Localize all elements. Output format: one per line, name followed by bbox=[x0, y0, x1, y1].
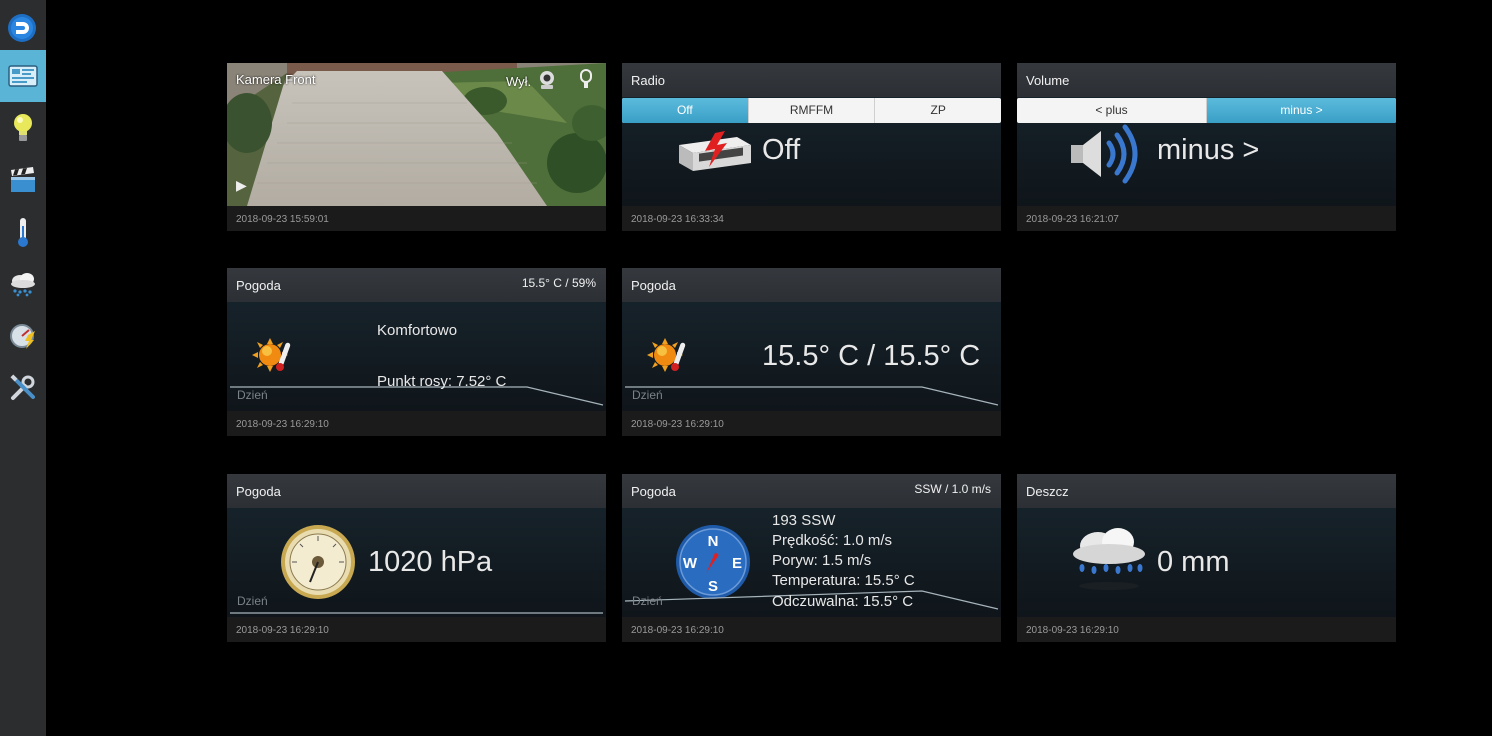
radio-off-icon[interactable] bbox=[675, 131, 753, 173]
last-update-time: 2018-09-23 16:29:10 bbox=[631, 419, 724, 430]
gauge-icon bbox=[10, 324, 35, 349]
radio-option-off[interactable]: Off bbox=[622, 98, 749, 123]
dew-point: Punkt rosy: 7.52° C bbox=[377, 373, 507, 390]
radio-value: Off bbox=[762, 134, 801, 166]
camera-title: Kamera Front bbox=[236, 72, 316, 87]
rain-cloud-icon bbox=[11, 273, 35, 297]
last-update-time: 2018-09-23 16:29:10 bbox=[236, 419, 329, 430]
range-label[interactable]: Dzień bbox=[237, 594, 268, 608]
comfort-status: Komfortowo bbox=[377, 322, 458, 339]
wind-direction: 193 SSW bbox=[772, 512, 836, 529]
sidebar bbox=[0, 0, 46, 736]
tile-volume: Volume < plus minus > minus > 2018-09-23… bbox=[1017, 63, 1396, 231]
tile-footer: 2018-09-23 15:59:01 bbox=[227, 206, 606, 231]
last-update-time: 2018-09-23 16:29:10 bbox=[236, 625, 329, 636]
tile-weather-pressure: Pogoda 1020 hPa Dzień 2018-09-23 16:29:1… bbox=[227, 474, 606, 642]
last-update-time: 2018-09-23 15:59:01 bbox=[236, 214, 329, 225]
domoticz-logo-icon[interactable] bbox=[7, 13, 37, 43]
tile-title: Radio bbox=[631, 73, 665, 88]
temperature-value: 15.5° C / 15.5° C bbox=[762, 340, 981, 372]
sidebar-item-lights[interactable] bbox=[0, 102, 46, 154]
tile-rain: Deszcz 0 mm 2018-09-23 16:29:10 bbox=[1017, 474, 1396, 642]
tile-weather-comfort: Pogoda 15.5° C / 59% Komfortowo Punkt ro… bbox=[227, 268, 606, 436]
range-label[interactable]: Dzień bbox=[237, 388, 268, 402]
sidebar-item-temperature[interactable] bbox=[0, 206, 46, 258]
tile-camera-front[interactable]: Kamera Front Wył. ▶ 2018-09-23 15:59:01 bbox=[227, 63, 606, 231]
camera-icon bbox=[540, 71, 554, 89]
sidebar-item-utility[interactable] bbox=[0, 310, 46, 362]
clapperboard-icon bbox=[11, 167, 35, 192]
tile-title: Deszcz bbox=[1026, 484, 1069, 499]
tile-footer: 2018-09-23 16:21:07 bbox=[1017, 206, 1396, 231]
thermometer-icon bbox=[18, 218, 28, 247]
rain-cloud-icon[interactable] bbox=[1070, 524, 1148, 594]
radio-selector: Off RMFFM ZP bbox=[622, 98, 1001, 123]
volume-value: minus > bbox=[1157, 134, 1260, 166]
tile-footer: 2018-09-23 16:29:10 bbox=[622, 411, 1001, 436]
pressure-value: 1020 hPa bbox=[368, 546, 493, 578]
wind-temperature: Temperatura: 15.5° C bbox=[772, 572, 915, 589]
tile-radio: Radio Off RMFFM ZP Off 2018-09-23 16:33:… bbox=[622, 63, 1001, 231]
tile-footer: 2018-09-23 16:29:10 bbox=[227, 617, 606, 642]
wind-chill: Odczuwalna: 15.5° C bbox=[772, 593, 914, 610]
last-update-time: 2018-09-23 16:21:07 bbox=[1026, 214, 1119, 225]
sidebar-item-setup[interactable] bbox=[0, 362, 46, 414]
tile-header: Deszcz bbox=[1017, 474, 1396, 508]
sidebar-item-weather[interactable] bbox=[0, 258, 46, 310]
tile-header: Volume bbox=[1017, 63, 1396, 97]
radio-option-zp[interactable]: ZP bbox=[875, 98, 1001, 123]
range-label[interactable]: Dzień bbox=[632, 594, 663, 608]
sidebar-item-dashboard[interactable] bbox=[0, 50, 46, 102]
tile-footer: 2018-09-23 16:29:10 bbox=[227, 411, 606, 436]
tile-title: Volume bbox=[1026, 73, 1070, 88]
camera-status: Wył. bbox=[506, 74, 532, 89]
last-update-time: 2018-09-23 16:33:34 bbox=[631, 214, 724, 225]
tile-footer: 2018-09-23 16:33:34 bbox=[622, 206, 1001, 231]
play-icon[interactable]: ▶ bbox=[236, 177, 247, 194]
lightbulb-icon bbox=[14, 114, 32, 141]
last-update-time: 2018-09-23 16:29:10 bbox=[631, 625, 724, 636]
volume-option-plus[interactable]: < plus bbox=[1017, 98, 1207, 123]
volume-selector: < plus minus > bbox=[1017, 98, 1396, 123]
tile-footer: 2018-09-23 16:29:10 bbox=[622, 617, 1001, 642]
volume-option-minus[interactable]: minus > bbox=[1207, 98, 1396, 123]
speaker-icon[interactable] bbox=[1069, 123, 1149, 185]
tile-weather-wind: Pogoda SSW / 1.0 m/s N W E S 193 SSW Prę… bbox=[622, 474, 1001, 642]
wind-gust: Poryw: 1.5 m/s bbox=[772, 552, 872, 569]
tile-header: Radio bbox=[622, 63, 1001, 97]
rain-value: 0 mm bbox=[1157, 546, 1230, 578]
range-label[interactable]: Dzień bbox=[632, 388, 663, 402]
camera-settings-icon[interactable] bbox=[577, 68, 595, 90]
tile-footer: 2018-09-23 16:29:10 bbox=[1017, 617, 1396, 642]
wind-speed: Prędkość: 1.0 m/s bbox=[772, 532, 893, 549]
dashboard-icon bbox=[8, 65, 38, 87]
radio-option-rmffm[interactable]: RMFFM bbox=[749, 98, 876, 123]
last-update-time: 2018-09-23 16:29:10 bbox=[1026, 625, 1119, 636]
sidebar-item-scenes[interactable] bbox=[0, 154, 46, 206]
tile-weather-temperature: Pogoda 15.5° C / 15.5° C Dzień 2018-09-2… bbox=[622, 268, 1001, 436]
tools-icon bbox=[10, 374, 35, 400]
